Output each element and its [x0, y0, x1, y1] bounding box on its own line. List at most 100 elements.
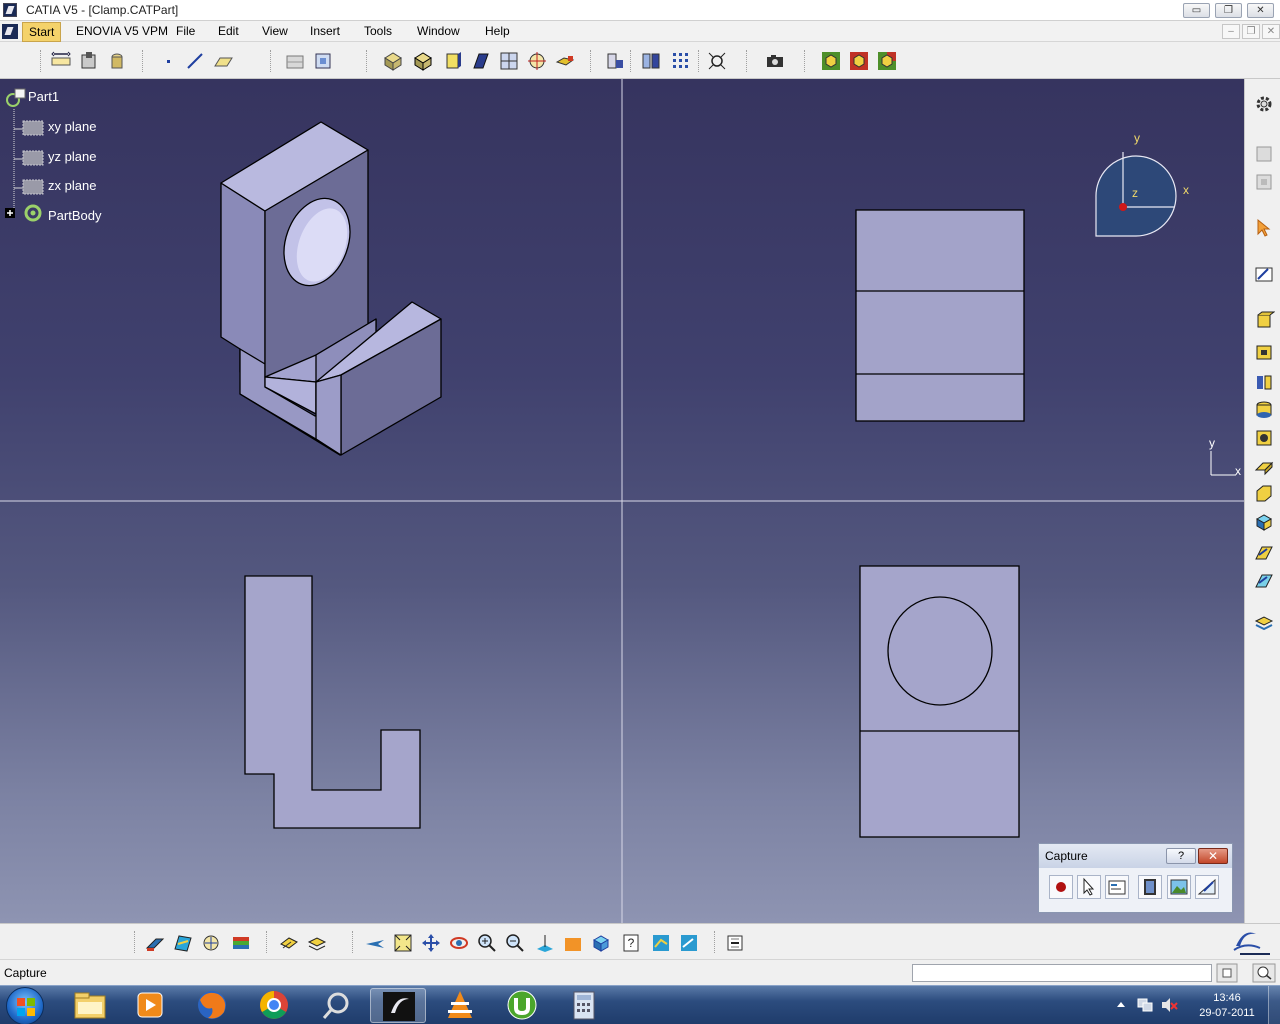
taskbar-explorer[interactable]	[62, 988, 118, 1023]
yz-plane-icon[interactable]	[22, 147, 44, 169]
sketch-icon[interactable]	[1253, 263, 1275, 285]
swap-space-icon[interactable]	[724, 932, 746, 954]
catalog-green-icon[interactable]	[820, 50, 842, 72]
measure-icon[interactable]	[50, 50, 72, 72]
camera-icon[interactable]	[764, 50, 786, 72]
volume-muted-icon[interactable]	[1160, 996, 1178, 1014]
zoom-in-icon[interactable]	[476, 932, 498, 954]
power-input-button[interactable]	[1216, 963, 1238, 983]
plane-icon[interactable]	[212, 50, 234, 72]
zx-plane-icon[interactable]	[22, 176, 44, 198]
surface-icon[interactable]	[1253, 613, 1275, 635]
isometric-cube-icon[interactable]	[590, 932, 612, 954]
taskbar-utorrent[interactable]	[494, 988, 550, 1023]
album-button[interactable]	[1138, 875, 1162, 899]
rib-icon[interactable]	[1253, 455, 1275, 477]
network-icon[interactable]	[1136, 996, 1154, 1014]
hide-show-icon[interactable]	[604, 50, 626, 72]
doc-close-button[interactable]: ✕	[1262, 24, 1280, 39]
apply-material-icon[interactable]	[278, 932, 300, 954]
shading-edges-icon[interactable]	[412, 50, 434, 72]
fly-mode-icon[interactable]	[526, 50, 548, 72]
taskbar-firefox[interactable]	[184, 988, 240, 1023]
windows-start-button[interactable]	[6, 987, 44, 1024]
tree-item-partbody[interactable]: PartBody	[48, 208, 101, 223]
stack-icon[interactable]	[306, 932, 328, 954]
power-input-field[interactable]	[912, 964, 1212, 982]
catalog-gray2-icon[interactable]	[1253, 171, 1275, 193]
menu-file[interactable]: File	[176, 24, 195, 38]
document-icon[interactable]	[2, 24, 18, 39]
normal-view-bottom-icon[interactable]	[534, 932, 556, 954]
slot-icon[interactable]	[1253, 483, 1275, 505]
grid-icon[interactable]	[670, 50, 692, 72]
menu-tools[interactable]: Tools	[364, 24, 392, 38]
multi-sections-icon[interactable]	[1253, 541, 1275, 563]
menu-help[interactable]: Help	[485, 24, 510, 38]
measure-item-icon[interactable]	[78, 50, 100, 72]
shading-icon[interactable]	[382, 50, 404, 72]
image-capture-button[interactable]	[1167, 875, 1191, 899]
point-icon[interactable]	[158, 50, 180, 72]
doc-minimize-button[interactable]: –	[1222, 24, 1240, 39]
minimize-button[interactable]: ▭	[1183, 3, 1210, 18]
draft-analysis-icon[interactable]	[172, 932, 194, 954]
shaft-icon[interactable]	[1253, 371, 1275, 393]
magnify-status-icon[interactable]	[1252, 963, 1276, 983]
doc-restore-button[interactable]: ❐	[1242, 24, 1260, 39]
fit-all-icon[interactable]	[706, 50, 728, 72]
compute-icon[interactable]	[284, 50, 306, 72]
line-icon[interactable]	[184, 50, 206, 72]
hide-bottom-icon[interactable]	[678, 932, 700, 954]
tree-item-yz-plane[interactable]: yz plane	[48, 149, 96, 164]
close-button[interactable]: ✕	[1247, 3, 1274, 18]
menu-window[interactable]: Window	[417, 24, 460, 38]
capture-options-button[interactable]	[1105, 875, 1129, 899]
taskbar-media-player[interactable]	[122, 988, 178, 1023]
fly-icon[interactable]	[364, 932, 386, 954]
capture-close-button[interactable]: ✕	[1198, 848, 1228, 864]
multi-view-icon[interactable]	[562, 932, 584, 954]
update-icon[interactable]	[312, 50, 334, 72]
isometric-view-icon[interactable]	[498, 50, 520, 72]
taskbar-calculator[interactable]	[556, 988, 612, 1023]
select-arrow-icon[interactable]	[1253, 217, 1275, 239]
zoom-out-icon[interactable]	[504, 932, 526, 954]
fit-all-in-icon[interactable]	[392, 932, 414, 954]
xy-plane-icon[interactable]	[22, 117, 44, 139]
pad-icon[interactable]	[1253, 309, 1275, 331]
rotate-icon[interactable]	[448, 932, 470, 954]
menu-start[interactable]: Start	[22, 22, 62, 42]
tree-item-zx-plane[interactable]: zx plane	[48, 178, 96, 193]
menu-insert[interactable]: Insert	[310, 24, 340, 38]
tray-expand-icon[interactable]	[1114, 998, 1128, 1012]
wireframe-icon[interactable]	[470, 50, 492, 72]
view-mode-icon[interactable]	[442, 50, 464, 72]
record-button[interactable]	[1049, 875, 1073, 899]
tree-root-part1[interactable]: Part1	[28, 89, 59, 104]
taskbar-search-app[interactable]	[308, 988, 364, 1023]
groove-icon[interactable]	[1253, 427, 1275, 449]
swap-visible-space-icon[interactable]	[640, 50, 662, 72]
expand-plus-icon[interactable]	[4, 207, 16, 219]
capture-title-bar[interactable]: Capture ? ✕	[1039, 844, 1232, 868]
catalog-mixed-icon[interactable]	[876, 50, 898, 72]
taskbar-clock[interactable]: 13:46 29-07-2011	[1192, 991, 1262, 1021]
whats-this-icon[interactable]: ?	[620, 932, 642, 954]
curvature-analysis-icon[interactable]	[200, 932, 222, 954]
thickness-analysis-icon[interactable]	[230, 932, 252, 954]
menu-enovia[interactable]: ENOVIA V5 VPM	[76, 24, 168, 38]
pocket-icon[interactable]	[1253, 341, 1275, 363]
catalog-red-icon[interactable]	[848, 50, 870, 72]
measure-inertia-icon[interactable]	[106, 50, 128, 72]
shading-bottom-icon[interactable]	[650, 932, 672, 954]
tree-item-xy-plane[interactable]: xy plane	[48, 119, 96, 134]
menu-view[interactable]: View	[262, 24, 288, 38]
normal-view-icon[interactable]	[554, 50, 576, 72]
pan-icon[interactable]	[420, 932, 442, 954]
select-mode-button[interactable]	[1077, 875, 1101, 899]
hole-icon[interactable]	[1253, 399, 1275, 421]
sketcher-gear-icon[interactable]	[1253, 93, 1275, 115]
capture-help-button[interactable]: ?	[1166, 848, 1196, 864]
3d-viewport[interactable]: Part1 xy plane yz plane zx plane PartBod…	[0, 79, 1244, 923]
